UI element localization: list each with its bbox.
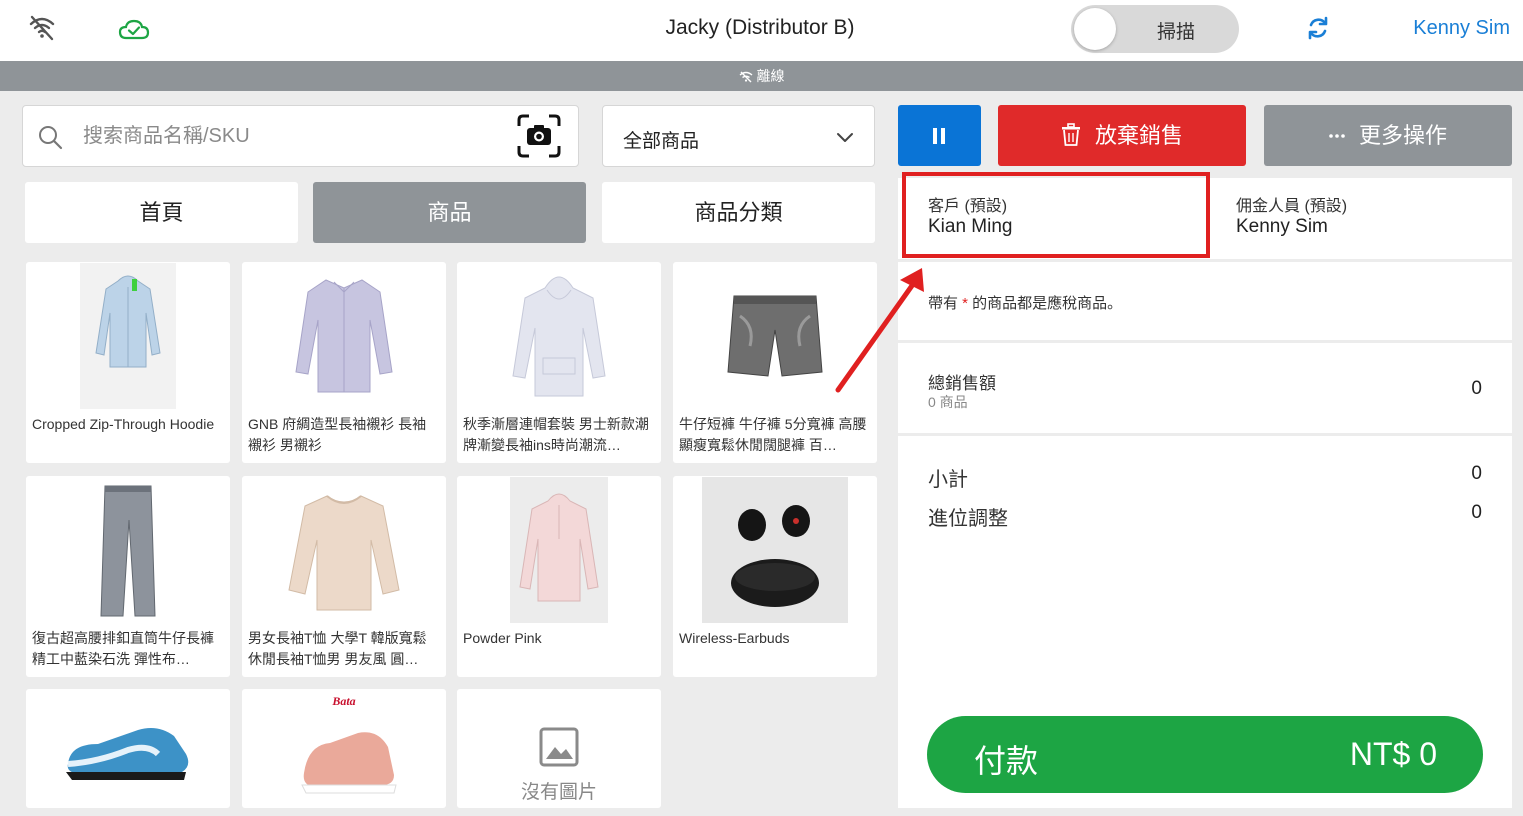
shirt-icon: [295, 279, 393, 393]
pause-icon: [933, 128, 945, 144]
product-name: 復古超高腰排釦直筒牛仔長褲 精工中藍染石洗 彈性布…: [32, 630, 214, 667]
subtotal-value: 0: [1471, 463, 1482, 484]
sweater-icon: [288, 495, 400, 611]
divider: [898, 259, 1512, 262]
product-card[interactable]: 秋季漸層連帽套裝 男士新款潮牌漸變長袖ins時尚潮流…: [457, 262, 661, 463]
product-image: [26, 476, 230, 624]
discard-sale-button[interactable]: 放棄銷售: [998, 105, 1246, 166]
commission-label: 佣金人員 (預設): [1236, 198, 1348, 215]
wifi-off-icon[interactable]: [28, 14, 56, 42]
product-name: Wireless-Earbuds: [679, 630, 790, 646]
customer-label: 客戶 (預設): [928, 198, 1008, 215]
search-icon: [39, 126, 63, 150]
search-input[interactable]: [83, 116, 503, 156]
scan-label: 掃描: [1156, 22, 1195, 43]
product-card[interactable]: Bata: [242, 689, 446, 808]
sneaker-icon: Bata: [301, 694, 397, 794]
toggle-knob[interactable]: [1074, 8, 1116, 50]
tax-note: 帶有 * 的商品都是應稅商品。: [928, 295, 1123, 312]
user-name[interactable]: Kenny Sim: [1380, 17, 1510, 40]
product-image: [673, 476, 877, 624]
more-actions-label: 更多操作: [1358, 123, 1447, 148]
product-image: [242, 476, 446, 624]
product-card[interactable]: 男女長袖T恤 大學T 韓版寬鬆休閒長袖T恤男 男友風 圓…: [242, 476, 446, 677]
cart-panel: [898, 178, 1512, 808]
tab-products[interactable]: 商品: [313, 182, 586, 243]
no-image-icon: [539, 727, 579, 767]
product-name: 男女長袖T恤 大學T 韓版寬鬆休閒長袖T恤男 男友風 圓…: [248, 630, 427, 667]
shorts-icon: [727, 295, 823, 377]
chevron-down-icon: [837, 133, 853, 142]
pay-button[interactable]: 付款 NT$ 0: [927, 716, 1483, 793]
product-image: [457, 262, 661, 410]
camera-scan-icon[interactable]: [516, 113, 562, 159]
product-image: [242, 262, 446, 410]
product-name: Cropped Zip-Through Hoodie: [32, 416, 215, 432]
product-card[interactable]: 復古超高腰排釦直筒牛仔長褲 精工中藍染石洗 彈性布…: [26, 476, 230, 677]
subtotal-label: 小計: [928, 469, 968, 491]
trash-icon: [1061, 123, 1080, 147]
brand-logo: Bata: [331, 694, 355, 708]
product-card[interactable]: Powder Pink: [457, 476, 661, 677]
product-name: GNB 府綢造型長袖襯衫 長袖襯衫 男襯衫: [248, 416, 427, 453]
wifi-off-icon: [739, 71, 752, 83]
offline-banner: 離線: [0, 61, 1523, 91]
total-sales-value: 0: [1471, 378, 1482, 399]
divider: [898, 433, 1512, 436]
scan-toggle[interactable]: 掃描: [1071, 5, 1239, 53]
more-actions-button[interactable]: 更多操作: [1264, 105, 1512, 166]
pause-button[interactable]: [898, 105, 981, 166]
pay-amount: NT$ 0: [1349, 736, 1437, 772]
product-image: Bata: [242, 689, 446, 808]
product-name: 牛仔短褲 牛仔褲 5分寬褲 高腰顯瘦寬鬆休閒闊腿褲 百…: [679, 416, 867, 453]
divider: [898, 340, 1512, 343]
top-bar: Jacky (Distributor B) 掃描 Kenny Sim: [0, 0, 1523, 61]
discard-label: 放棄銷售: [1094, 123, 1183, 148]
refresh-icon[interactable]: [1304, 14, 1332, 42]
product-card[interactable]: [26, 689, 230, 808]
product-card[interactable]: 沒有圖片: [457, 689, 661, 808]
pay-label: 付款: [974, 743, 1039, 779]
sneaker-icon: [66, 727, 189, 780]
hoodie-icon: [512, 276, 606, 397]
product-image: [457, 476, 661, 624]
cloud-synced-icon[interactable]: [118, 17, 150, 43]
tab-home[interactable]: 首頁: [25, 182, 298, 243]
customer-value[interactable]: Kian Ming: [928, 216, 1013, 238]
total-sales-label: 總銷售額: [928, 374, 996, 393]
rounding-label: 進位調整: [928, 508, 1008, 530]
rounding-value: 0: [1471, 502, 1482, 523]
jeans-icon: [100, 485, 156, 617]
category-selected: 全部商品: [623, 131, 700, 152]
search-bar: [22, 105, 579, 167]
product-name: 秋季漸層連帽套裝 男士新款潮牌漸變長袖ins時尚潮流…: [463, 416, 649, 453]
hoodie-icon: [510, 477, 608, 623]
no-image-label: 沒有圖片: [520, 782, 597, 803]
annotation-arrow-icon: [835, 268, 924, 393]
offline-label: 離線: [756, 68, 785, 84]
store-title: Jacky (Distributor B): [665, 16, 855, 39]
product-image: [26, 262, 230, 410]
product-card[interactable]: Wireless-Earbuds: [673, 476, 877, 677]
hoodie-icon: [80, 263, 176, 409]
category-dropdown[interactable]: 全部商品: [602, 105, 875, 167]
product-card[interactable]: GNB 府綢造型長袖襯衫 長袖襯衫 男襯衫: [242, 262, 446, 463]
product-image: [26, 689, 230, 808]
tab-categories[interactable]: 商品分類: [602, 182, 875, 243]
earbuds-icon: [702, 477, 848, 623]
product-card[interactable]: Cropped Zip-Through Hoodie: [26, 262, 230, 463]
more-dots-icon: [1329, 133, 1345, 138]
product-name: Powder Pink: [463, 630, 542, 646]
commission-value[interactable]: Kenny Sim: [1236, 216, 1328, 238]
